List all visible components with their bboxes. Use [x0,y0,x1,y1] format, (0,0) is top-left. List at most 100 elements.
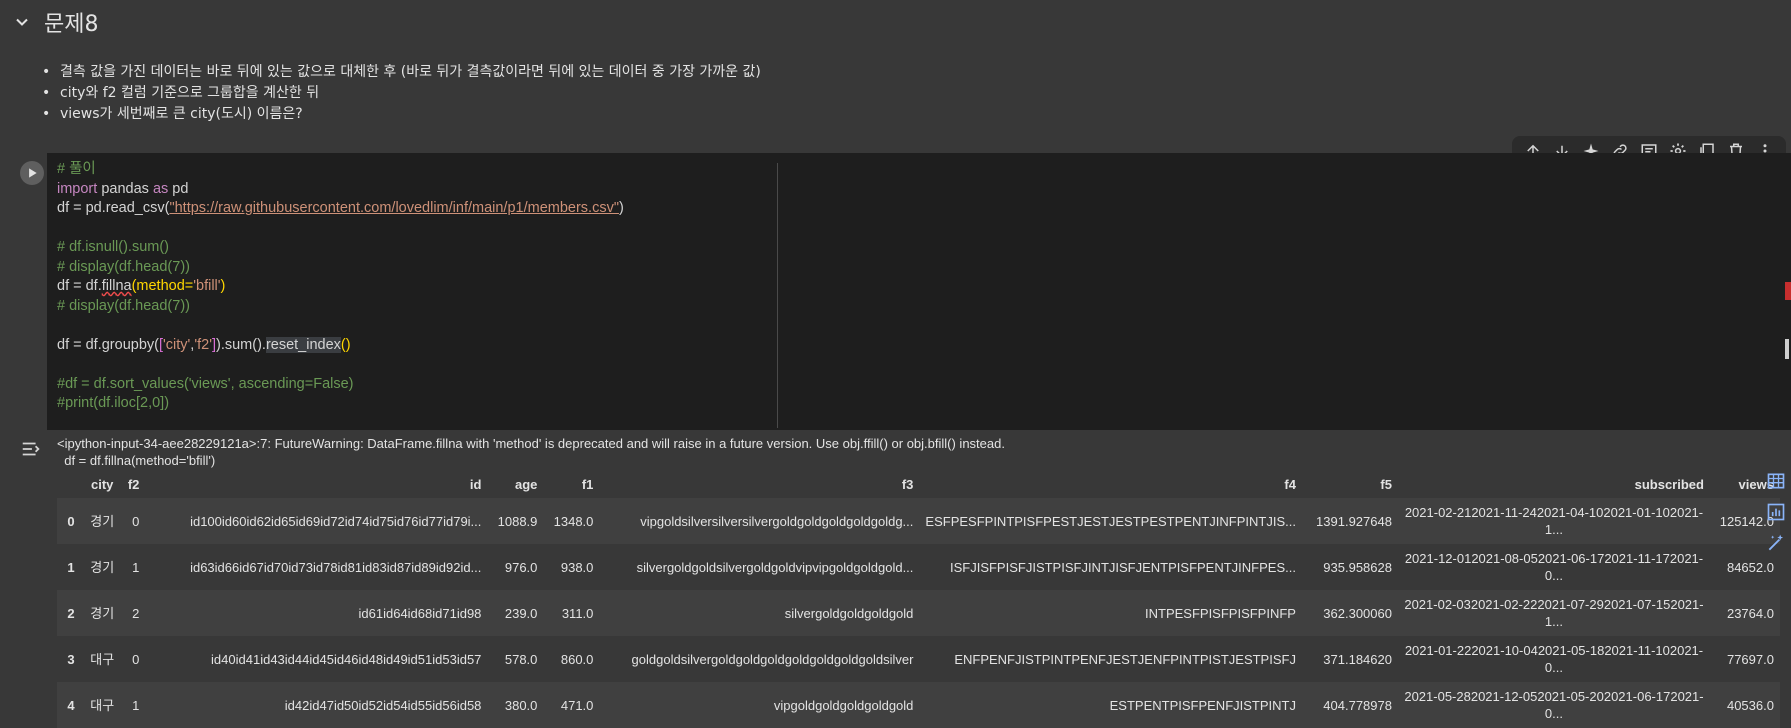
cell-views: 40536.0 [1709,682,1780,728]
column-header [57,470,85,498]
table-row: 4 대구 1 id42id47id50id52id54id55id56id58 … [57,682,1780,728]
editor-scrollbar[interactable] [1785,339,1789,359]
code-string: 'bfill' [193,278,221,294]
cell-f3: vipgoldsilversilversilvergoldgoldgoldgol… [599,498,920,544]
code-comment: # 풀이 [57,161,96,177]
cell-city: 대구 [90,651,115,667]
code-block[interactable]: # 풀이 import pandas as pd df = pd.read_cs… [57,160,624,414]
cell-f1: 311.0 [543,590,600,636]
code-text: ).sum(). [216,336,266,353]
play-icon [29,168,37,178]
cell-subscribed: 2021-02-032021-02-222021-07-292021-07-15… [1397,590,1710,636]
code-text: pd [168,180,189,197]
code-comment: #print(df.iloc[2,0]) [57,395,170,411]
cell-f1: 860.0 [560,651,594,667]
cell-f4: ESFPESFPINTPISFPESTJESTJESTPESTPENTJINFP… [919,498,1302,544]
cell-age: 380.0 [487,682,544,728]
cell-id: id63id66id67id70id73id78id81id83id87id89… [190,559,482,575]
column-header: f1 [581,476,594,492]
cell-f2: 2 [119,590,146,636]
column-header: id [469,476,482,492]
bullet-item: views가 세번째로 큰 city(도시) 이름은? [42,104,761,125]
cell-id: id40id41id43id44id45id46id48id49id51id53… [211,651,482,667]
code-url-string[interactable]: "https://raw.githubusercontent.com/loved… [169,200,619,216]
output-side-actions [1765,470,1791,563]
table-row: 3 대구 0 id40id41id43id44id45id46id48id49i… [57,636,1780,682]
row-index: 3 [67,651,75,667]
cell-f5: 935.958628 [1323,559,1392,575]
code-string: 'city' [163,336,191,353]
cell-subscribed: 2021-01-222021-10-042021-05-182021-11-10… [1404,643,1704,675]
code-text: ) [618,200,624,216]
cell-id: id100id60id62id65id69id72id74id75id76id7… [145,498,488,544]
editor-ruler [777,163,778,428]
cell-f1: 1348.0 [543,498,600,544]
section-title: 문제8 [44,12,99,37]
cell-views: 23764.0 [1709,590,1780,636]
table-header-row: city f2 id age f1 f3 f4 f5 subscribed vi… [57,470,1780,498]
magic-wand-icon[interactable] [1765,532,1787,554]
collapse-chevron-icon[interactable] [12,12,32,32]
cell-f1: 471.0 [543,682,600,728]
cell-age: 578.0 [504,651,538,667]
bullet-item: city와 f2 컬럼 기준으로 그룹합을 계산한 뒤 [42,83,761,104]
error-scroll-marker [1785,282,1791,300]
code-deprecated-call: fillna [101,278,132,294]
cell-f2: 1 [119,682,146,728]
cell-subscribed: 2021-05-282021-12-052021-05-202021-06-17… [1397,682,1710,728]
chart-icon[interactable] [1765,501,1787,523]
column-header: f5 [1380,476,1392,492]
cell-f5: 371.184620 [1323,651,1392,667]
code-text: ) [220,278,226,294]
code-comment: # display(df.head(7)) [57,297,190,314]
column-header: age [515,476,538,492]
dataframe-table: city f2 id age f1 f3 f4 f5 subscribed vi… [57,470,1780,728]
cell-f4: ENFPENFJISTPINTPENFJESTJENFPINTPISTJESTP… [954,651,1296,667]
code-text: (method= [131,278,194,294]
warning-output: <ipython-input-34-aee28229121a>:7: Futur… [57,435,1005,469]
code-highlight: reset_index [265,336,341,353]
warning-line: df = df.fillna(method='bfill') [57,453,216,468]
code-text: () [340,336,351,353]
cell-f5: 1391.927648 [1301,498,1398,544]
code-keyword: as [152,180,169,197]
output-options-icon[interactable] [20,438,42,460]
cell-f4: ISFJISFPISFJISTPISFJINTJISFJENTPISFPENTJ… [949,559,1296,575]
code-text: df = df. [57,278,102,294]
row-index: 0 [57,498,85,544]
cell-f2: 0 [132,651,140,667]
row-index: 4 [57,682,85,728]
cell-f2: 0 [119,498,146,544]
code-string: 'f2' [194,336,212,353]
code-comment: # display(df.head(7)) [57,258,190,275]
code-text: df = pd.read_csv( [57,200,170,216]
cell-age: 1088.9 [487,498,544,544]
warning-line: <ipython-input-34-aee28229121a>:7: Futur… [57,436,1005,451]
table-row: 1 경기 1 id63id66id67id70id73id78id81id83i… [57,544,1780,590]
cell-f3: vipgoldgoldgoldgoldgold [599,682,920,728]
cell-f3: goldgoldsilvergoldgoldgoldgoldgoldgoldgo… [631,651,914,667]
cell-city: 대구 [85,682,120,728]
cell-f4: INTPESFPISFPISFPINFP [919,590,1302,636]
cell-age: 976.0 [504,559,538,575]
table-row: 0 경기 0 id100id60id62id65id69id72id74id75… [57,498,1780,544]
table-row: 2 경기 2 id61id64id68id71id98 239.0 311.0 … [57,590,1780,636]
cell-f5: 362.300060 [1301,590,1398,636]
column-header: subscribed [1634,476,1704,492]
code-keyword: import [57,180,98,197]
cell-subscribed: 2021-12-012021-08-052021-06-172021-11-17… [1404,551,1704,583]
bullet-item: 결측 값을 가진 데이터는 바로 뒤에 있는 값으로 대체한 후 (바로 뒤가 … [42,62,761,83]
cell-f3: silvergoldgoldsilvergoldgoldvipvipgoldgo… [636,559,914,575]
cell-city: 경기 [85,498,120,544]
column-header: f2 [127,476,140,492]
cell-f2: 1 [132,559,140,575]
cell-city: 경기 [90,559,115,575]
code-comment: #df = df.sort_values('views', ascending=… [57,375,354,392]
column-header: city [91,476,114,492]
code-comment: # df.isnull().sum() [57,239,169,255]
table-icon[interactable] [1765,470,1787,492]
run-cell-button[interactable] [20,161,44,185]
cell-f3: silvergoldgoldgoldgold [599,590,920,636]
problem-bullets: 결측 값을 가진 데이터는 바로 뒤에 있는 값으로 대체한 후 (바로 뒤가 … [42,62,761,125]
cell-views: 77697.0 [1726,651,1774,667]
